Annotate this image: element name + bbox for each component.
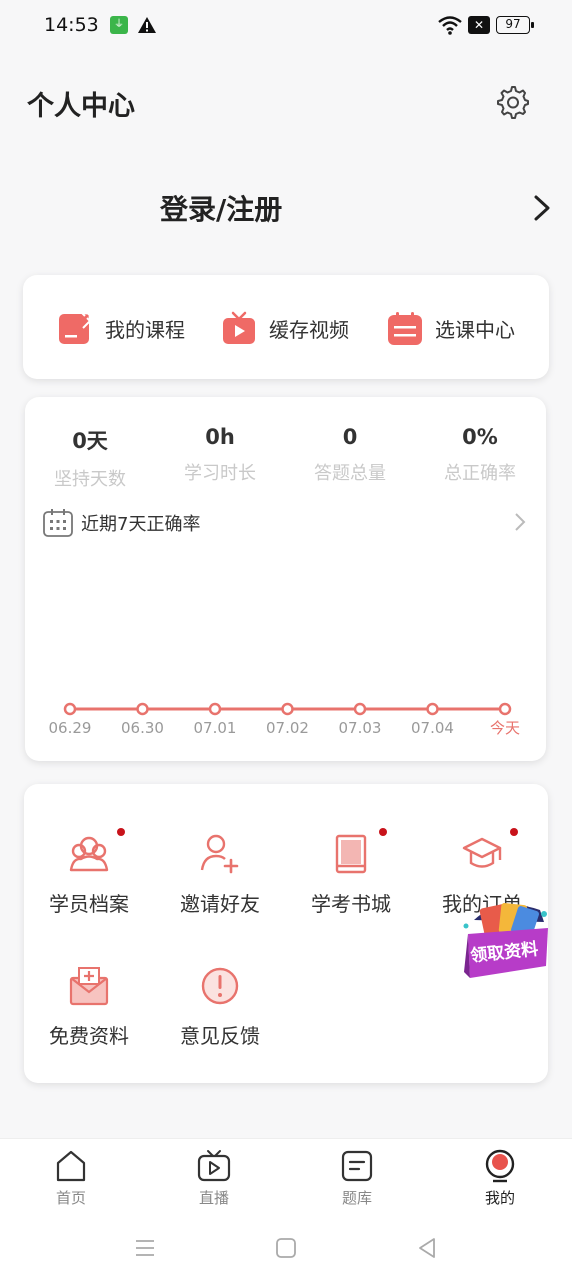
nav-live[interactable]: 直播 [174,1149,254,1208]
tool-label: 免费资料 [49,1024,129,1048]
data-point [136,702,149,716]
app-notification-icon: ⏚ [110,16,128,34]
calendar-list-icon [388,312,422,345]
stat-caption: 答题总量 [314,463,386,484]
course-center-button[interactable]: 选课中心 [387,309,515,347]
gear-icon[interactable] [494,84,530,120]
home-square-icon[interactable] [274,1236,298,1260]
accuracy-line-chart: 06.29 06.30 07.01 07.02 07.03 07.04 今天 [49,702,520,737]
stat-accuracy: 0% 总正确率 [415,425,545,485]
notification-dot [510,828,518,836]
data-point [498,702,512,716]
data-point [353,702,367,716]
bottom-navigation: 首页 直播 题库 我的 [0,1138,572,1218]
home-icon [56,1150,86,1182]
my-courses-button[interactable]: 我的课程 [57,309,185,347]
nav-label: 题库 [341,1189,372,1207]
data-point [281,702,294,716]
x-tick-label: 07.01 [194,719,237,737]
nav-label: 我的 [484,1189,515,1207]
invite-friends-button[interactable]: 邀请好友 [155,832,285,917]
nav-label: 直播 [198,1189,229,1207]
x-tick-label: 07.02 [266,719,309,737]
stat-value: 0% [462,425,498,449]
nav-label: 首页 [55,1189,86,1207]
live-tv-icon [197,1150,231,1182]
calendar-icon [43,509,73,537]
stat-total-answers: 0 答题总量 [285,425,415,485]
tool-label: 学员档案 [49,892,129,916]
x-tick-label: 07.03 [339,719,382,737]
stat-value: 0h [205,425,235,449]
recent-accuracy-link[interactable]: 近期7天正确率 [43,509,200,537]
stat-value: 0 [342,425,358,449]
data-point [208,702,222,716]
tool-label: 学考书城 [311,892,391,916]
stats-card: 0天 坚持天数 0h 学习时长 0 答题总量 0% 总正确率 近期7天正确率 0… [25,397,546,761]
stat-study-hours: 0h 学习时长 [155,425,285,485]
data-point [426,702,439,716]
x-tick-label: 06.30 [121,719,164,737]
stat-caption: 学习时长 [184,463,256,484]
student-profile-button[interactable]: 学员档案 [24,832,154,917]
notification-dot [379,828,387,836]
wifi-icon [438,16,462,35]
question-bank-icon [341,1150,373,1182]
system-navigation-bar [0,1218,572,1280]
promo-badge[interactable]: 领取资料 [460,900,554,984]
status-time: 14:53 [44,14,99,36]
shortcut-label: 我的课程 [105,317,185,342]
stat-streak-days: 0天 坚持天数 [25,425,155,491]
nav-question-bank[interactable]: 题库 [317,1149,397,1208]
x-tick-label: 今天 [490,719,520,737]
tool-label: 意见反馈 [180,1024,260,1048]
profile-avatar-icon [485,1149,515,1183]
feedback-button[interactable]: 意见反馈 [155,964,285,1049]
book-icon [335,834,367,874]
page-title: 个人中心 [27,91,135,122]
tool-label: 邀请好友 [180,892,260,916]
shortcut-label: 选课中心 [435,317,515,342]
warning-icon [138,17,156,33]
recent-accuracy-label: 近期7天正确率 [81,514,201,535]
x-tick-label: 06.29 [49,719,92,737]
envelope-plus-icon [69,967,109,1006]
login-register-link[interactable]: 登录/注册 [160,188,282,228]
shortcut-label: 缓存视频 [269,317,349,342]
chevron-right-icon[interactable] [513,511,527,533]
shortcuts-card: 我的课程 缓存视频 选课中心 [23,275,549,379]
menu-icon[interactable] [133,1236,157,1260]
free-materials-button[interactable]: 免费资料 [24,964,154,1049]
exclamation-icon [201,967,239,1005]
bookstore-button[interactable]: 学考书城 [286,832,416,917]
battery-icon: 97 [496,16,534,34]
tv-play-icon [223,311,255,344]
data-point [63,702,77,716]
nav-mine[interactable]: 我的 [460,1149,540,1208]
stat-caption: 总正确率 [444,463,516,484]
nav-home[interactable]: 首页 [31,1149,111,1208]
graduation-cap-icon [462,837,502,868]
x-tick-label: 07.04 [411,719,454,737]
cached-videos-button[interactable]: 缓存视频 [221,309,349,347]
notification-dot [117,828,125,836]
stat-caption: 坚持天数 [54,469,126,490]
no-sim-icon: ✕ [468,16,490,34]
add-user-icon [200,834,239,874]
status-bar: 14:53 ⏚ ✕ 97 [0,0,572,52]
edit-note-icon [59,311,92,344]
users-icon [69,836,109,872]
stat-value: 0天 [72,429,108,453]
chevron-right-icon[interactable] [528,192,556,224]
back-triangle-icon[interactable] [415,1236,439,1260]
